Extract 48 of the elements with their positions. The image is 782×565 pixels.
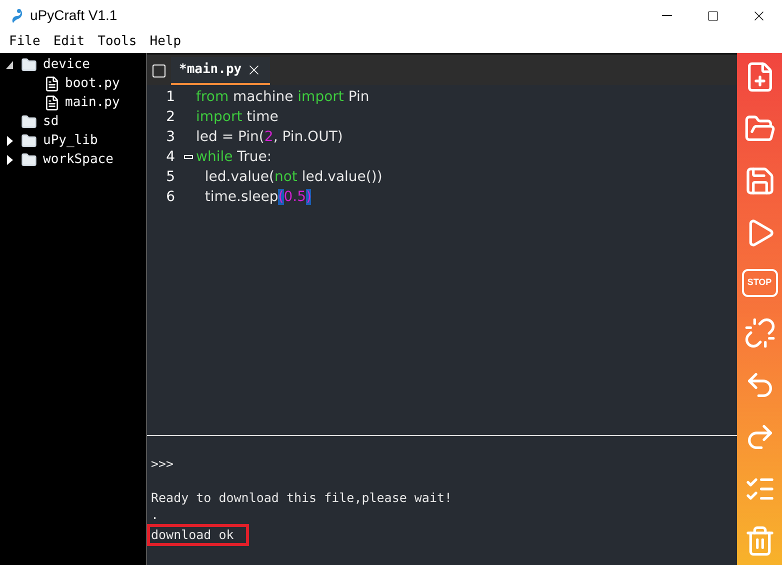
terminal-panel[interactable]: >>> Ready to download this file,please wait! . download ok	[147, 436, 737, 565]
folder-label[interactable]: uPy_lib	[43, 130, 98, 150]
save-icon	[744, 165, 776, 197]
trash-icon	[744, 525, 776, 557]
file-icon	[44, 74, 60, 92]
line-number: 4	[165, 148, 176, 166]
menu-item[interactable]: Help	[144, 32, 186, 52]
folder-label[interactable]: workSpace	[43, 150, 114, 170]
folder-icon	[20, 114, 38, 130]
line-number: 2	[165, 108, 176, 126]
terminal-line: download ok	[151, 526, 234, 544]
menu-item[interactable]: Edit	[48, 32, 90, 52]
folder-icon	[20, 132, 38, 148]
menu-item[interactable]: File	[4, 32, 46, 52]
terminal-line: >>>	[150, 455, 174, 474]
collapsed-arrow-icon[interactable]	[6, 136, 14, 146]
editor-tab[interactable]: *main.py	[171, 57, 270, 85]
fold-marker-icon[interactable]	[184, 155, 193, 159]
code-line: while True:	[196, 148, 272, 166]
code-line: led = Pin(2, Pin.OUT)	[196, 128, 343, 146]
window-title: uPyCraft V1.1	[30, 6, 118, 25]
collapsed-arrow-icon[interactable]	[6, 154, 14, 164]
tab-list-icon[interactable]	[151, 63, 167, 79]
maximize-icon	[707, 10, 719, 22]
folder-icon	[20, 56, 38, 72]
tab-label: *main.py	[179, 61, 242, 80]
code-line: import time	[196, 108, 278, 126]
code-editor[interactable]: 1 from machine import Pin 2 import time 3 led = Pin(2, Pin.OUT) 4 while True: 5 led.value(not led.value()) 6 time.sleep(0.5)	[147, 85, 737, 435]
code-line: time.sleep(0.5)	[204, 188, 312, 206]
folder-label[interactable]: device	[43, 54, 90, 74]
line-number: 5	[165, 168, 176, 186]
chain-link-icon	[744, 317, 776, 349]
terminal-line: Ready to download this file,please wait!	[150, 489, 452, 508]
file-label[interactable]: boot.py	[65, 74, 120, 94]
minimize-icon	[662, 15, 672, 16]
app-logo-icon	[10, 6, 24, 24]
line-number: 6	[165, 188, 176, 206]
file-label[interactable]: main.py	[65, 92, 120, 112]
expanded-arrow-icon[interactable]	[6, 60, 14, 70]
line-number: 1	[165, 88, 176, 106]
menu-item[interactable]: Tools	[92, 32, 142, 52]
code-line: from machine import Pin	[196, 88, 370, 106]
code-line: led.value(not led.value())	[204, 168, 382, 186]
terminal-line: .	[150, 506, 159, 524]
line-number: 3	[165, 128, 176, 146]
file-icon	[44, 94, 60, 112]
folder-icon	[20, 152, 38, 168]
folder-label[interactable]: sd	[43, 112, 59, 132]
